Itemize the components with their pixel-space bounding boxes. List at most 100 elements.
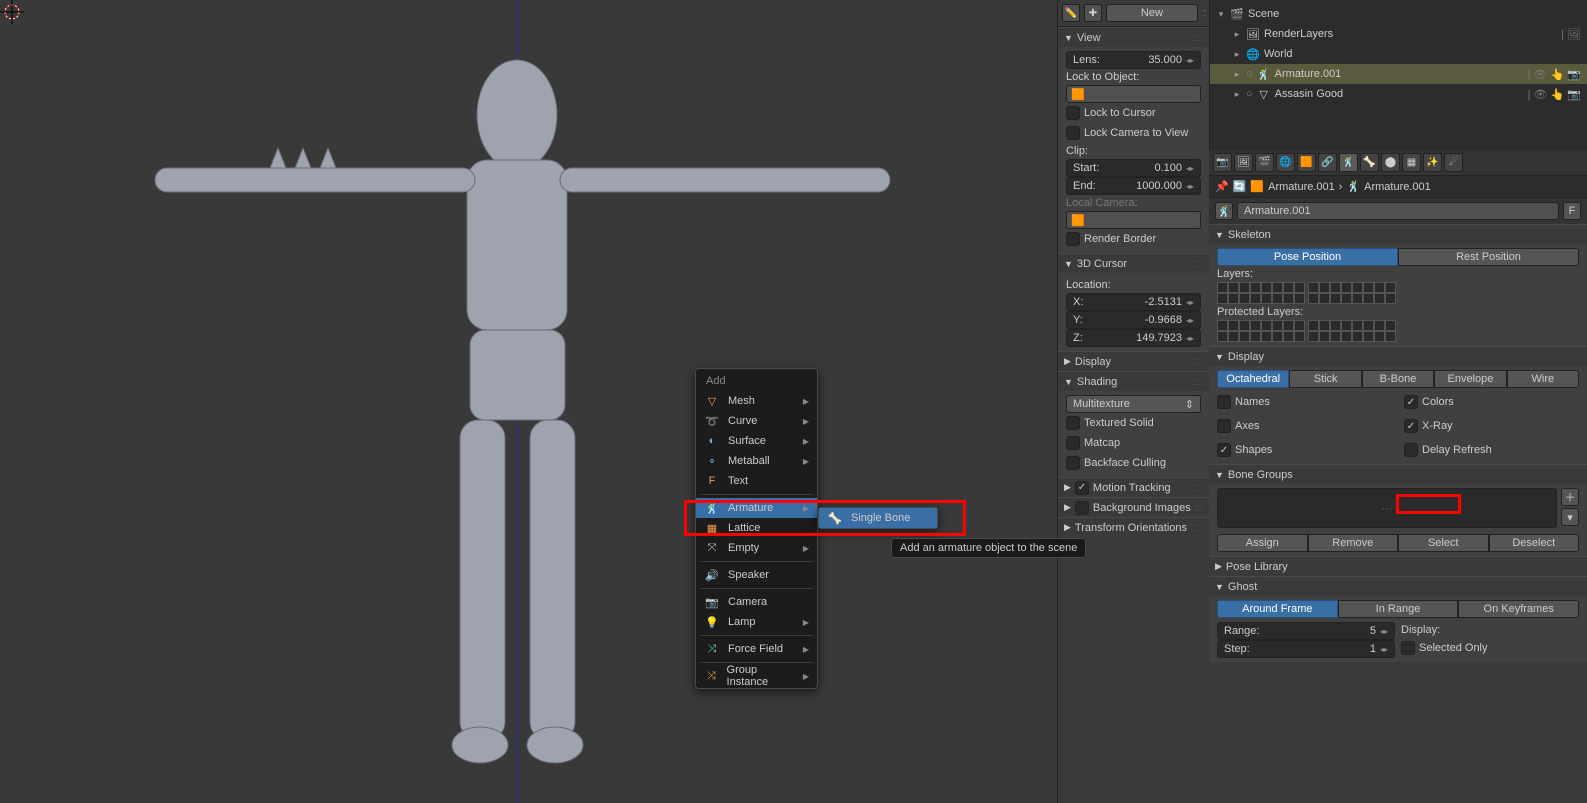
display-type-b-bone[interactable]: B-Bone [1362, 370, 1434, 388]
layer-cell[interactable] [1352, 320, 1363, 331]
layer-cell[interactable] [1294, 293, 1305, 304]
outliner-row-scene[interactable]: ▾🎬Scene [1210, 4, 1587, 24]
layer-cell[interactable] [1261, 320, 1272, 331]
layer-cell[interactable] [1385, 320, 1396, 331]
layer-cell[interactable] [1283, 320, 1294, 331]
submenu-single-bone[interactable]: 🦴 Single Bone [819, 508, 937, 528]
shapes-checkbox[interactable] [1217, 443, 1231, 457]
deselect-button[interactable]: Deselect [1489, 534, 1580, 552]
layer-cell[interactable] [1217, 282, 1228, 293]
panel-3dcursor-header[interactable]: ▼3D Cursor::: [1058, 253, 1209, 273]
layer-cell[interactable] [1308, 282, 1319, 293]
armature-layers[interactable] [1217, 282, 1579, 304]
viewport-3d[interactable] [0, 0, 1057, 803]
tab-constraints[interactable]: 🔗 [1318, 153, 1337, 172]
ghost-around-button[interactable]: Around Frame [1217, 600, 1338, 618]
lock-camera-checkbox[interactable] [1066, 126, 1080, 140]
layer-cell[interactable] [1228, 331, 1239, 342]
layer-cell[interactable] [1363, 331, 1374, 342]
tab-armature[interactable]: 🕺 [1339, 153, 1358, 172]
layer-cell[interactable] [1330, 331, 1341, 342]
layer-cell[interactable] [1374, 293, 1385, 304]
layer-cell[interactable] [1261, 282, 1272, 293]
tab-particles[interactable]: ✨ [1423, 153, 1442, 172]
armature-submenu[interactable]: 🦴 Single Bone [818, 507, 938, 529]
layer-cell[interactable] [1217, 293, 1228, 304]
tab-world[interactable]: 🌐 [1276, 153, 1295, 172]
rest-position-button[interactable]: Rest Position [1398, 248, 1579, 266]
layer-cell[interactable] [1363, 282, 1374, 293]
menu-item-text[interactable]: FText [696, 471, 817, 491]
add-brush-button[interactable]: ✚ [1084, 4, 1102, 22]
layer-cell[interactable] [1250, 320, 1261, 331]
panel-poselib-header[interactable]: ▶Pose Library [1209, 556, 1587, 576]
layer-cell[interactable] [1294, 282, 1305, 293]
layer-cell[interactable] [1363, 293, 1374, 304]
layer-cell[interactable] [1319, 293, 1330, 304]
remove-button[interactable]: Remove [1308, 534, 1399, 552]
names-checkbox[interactable] [1217, 395, 1231, 409]
textured-solid-checkbox[interactable] [1066, 416, 1080, 430]
layer-cell[interactable] [1352, 331, 1363, 342]
menu-item-group-instance[interactable]: ⤨Group Instance▶ [696, 666, 817, 686]
layer-cell[interactable] [1217, 331, 1228, 342]
backface-checkbox[interactable] [1066, 456, 1080, 470]
layer-cell[interactable] [1283, 293, 1294, 304]
layer-cell[interactable] [1363, 320, 1374, 331]
render-border-checkbox[interactable] [1066, 232, 1080, 246]
layer-cell[interactable] [1239, 282, 1250, 293]
layer-cell[interactable] [1308, 293, 1319, 304]
bgimg-checkbox[interactable] [1075, 501, 1089, 515]
menu-item-camera[interactable]: 📷Camera [696, 592, 817, 612]
panel-bonegroups-header[interactable]: ▼Bone Groups [1209, 464, 1587, 484]
layer-cell[interactable] [1341, 331, 1352, 342]
layer-cell[interactable] [1385, 282, 1396, 293]
layer-cell[interactable] [1341, 320, 1352, 331]
tab-object[interactable]: 🟧 [1297, 153, 1316, 172]
layer-cell[interactable] [1352, 282, 1363, 293]
display-type-envelope[interactable]: Envelope [1434, 370, 1506, 388]
menu-item-speaker[interactable]: 🔊Speaker [696, 565, 817, 585]
colors-checkbox[interactable] [1404, 395, 1418, 409]
panel-armdisplay-header[interactable]: ▼Display [1209, 346, 1587, 366]
fake-user-button[interactable]: F [1563, 202, 1581, 220]
menu-item-empty[interactable]: ⤧Empty▶ [696, 538, 817, 558]
layer-cell[interactable] [1283, 282, 1294, 293]
display-type-wire[interactable]: Wire [1507, 370, 1579, 388]
menu-item-curve[interactable]: ➰Curve▶ [696, 411, 817, 431]
layer-cell[interactable] [1250, 282, 1261, 293]
layer-cell[interactable] [1374, 331, 1385, 342]
xray-checkbox[interactable] [1404, 419, 1418, 433]
layer-cell[interactable] [1330, 293, 1341, 304]
panel-motion-header[interactable]: ▶Motion Tracking::: [1058, 477, 1209, 497]
ghost-selonly-checkbox[interactable] [1401, 641, 1415, 655]
layer-cell[interactable] [1319, 320, 1330, 331]
tab-scene[interactable]: 🎬 [1255, 153, 1274, 172]
menu-item-surface[interactable]: ◐Surface▶ [696, 431, 817, 451]
layer-cell[interactable] [1294, 331, 1305, 342]
bonegroup-menu-button[interactable]: ▾ [1561, 508, 1579, 526]
protected-layers[interactable] [1217, 320, 1579, 342]
cursor-x-field[interactable]: X:-2.5131◂▸ [1066, 293, 1201, 311]
layer-cell[interactable] [1217, 320, 1228, 331]
delay-checkbox[interactable] [1404, 443, 1418, 457]
tab-texture[interactable]: ▦ [1402, 153, 1421, 172]
motion-track-checkbox[interactable] [1075, 481, 1089, 495]
local-cam-field[interactable]: 🟧 [1066, 211, 1201, 229]
ghost-range-field[interactable]: Range:5◂▸ [1217, 622, 1395, 640]
cursor-y-field[interactable]: Y:-0.9668◂▸ [1066, 311, 1201, 329]
layer-cell[interactable] [1228, 293, 1239, 304]
matcap-checkbox[interactable] [1066, 436, 1080, 450]
layer-cell[interactable] [1250, 293, 1261, 304]
layer-cell[interactable] [1319, 331, 1330, 342]
menu-item-metaball[interactable]: ⚬Metaball▶ [696, 451, 817, 471]
select-button[interactable]: Select [1398, 534, 1489, 552]
crumb-data[interactable]: Armature.001 [1364, 181, 1431, 193]
axes-checkbox[interactable] [1217, 419, 1231, 433]
assign-button[interactable]: Assign [1217, 534, 1308, 552]
refresh-icon[interactable]: 🔄 [1233, 180, 1247, 193]
pin-icon[interactable]: 📌 [1215, 180, 1229, 193]
layer-cell[interactable] [1272, 293, 1283, 304]
menu-item-force-field[interactable]: ⤨Force Field▶ [696, 639, 817, 659]
panel-view-header[interactable]: ▼View::: [1058, 27, 1209, 47]
